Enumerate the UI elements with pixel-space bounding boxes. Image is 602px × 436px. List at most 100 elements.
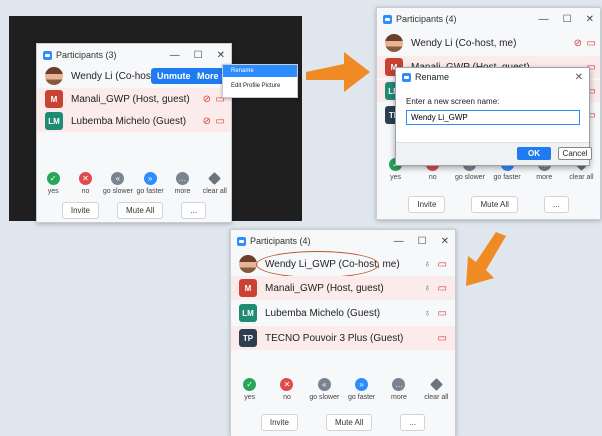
reaction-go-slower[interactable]: « go slower [306, 378, 343, 401]
panel-footer: Invite Mute All ... [231, 414, 455, 431]
avatar [385, 34, 403, 52]
minimize-icon[interactable]: — [170, 50, 180, 61]
mute-all-button[interactable]: Mute All [116, 202, 164, 219]
mute-all-button[interactable]: Mute All [325, 414, 373, 431]
maximize-icon[interactable]: ☐ [418, 236, 427, 247]
reaction-label: go slower [102, 188, 133, 195]
panel-footer: Invite Mute All ... [377, 196, 600, 213]
reaction-label: no [81, 188, 90, 195]
participant-name: TECNO Pouvoir 3 Plus (Guest) [265, 332, 404, 344]
avatar: LM [45, 112, 63, 130]
reaction-label: no [283, 394, 291, 401]
reaction-label: more [536, 174, 553, 181]
mic-muted-icon: ⊘ [202, 93, 211, 105]
arrow-down-left-icon [466, 232, 506, 286]
maximize-icon[interactable]: ☐ [194, 50, 203, 61]
participant-row[interactable]: M Manali_GWP (Host, guest) ⊘ ▭ [37, 88, 231, 110]
x-icon: ✕ [78, 172, 92, 185]
microphone-icon: ♁ [423, 307, 432, 319]
video-off-icon: ▭ [586, 37, 596, 49]
avatar: M [45, 90, 63, 108]
menu-item-rename[interactable]: Rename [223, 65, 297, 77]
participant-row[interactable]: LM Lubemba Michelo (Guest) ♁ ▭ [231, 301, 455, 325]
arrow-right-icon [306, 52, 370, 92]
dialog-footer: OK Cancel [396, 142, 592, 165]
eraser-icon [208, 172, 222, 185]
close-icon[interactable]: ✕ [441, 236, 449, 247]
reaction-clear-all[interactable]: clear all [418, 378, 455, 401]
reaction-label: go faster [136, 188, 164, 195]
microphone-icon: ♁ [423, 282, 432, 294]
video-off-icon: ▭ [437, 258, 447, 270]
zoom-logo-icon [237, 236, 246, 246]
mute-all-button[interactable]: Mute All [471, 196, 518, 213]
reaction-yes[interactable]: ✓ yes [231, 378, 268, 401]
reaction-label: yes [390, 174, 402, 181]
panel-title: Participants (3) [56, 50, 117, 60]
avatar [45, 67, 63, 85]
reaction-more[interactable]: … more [380, 378, 417, 401]
close-icon[interactable]: ✕ [586, 14, 594, 25]
avatar: TP [239, 329, 257, 347]
minimize-icon[interactable]: — [539, 14, 549, 25]
close-icon[interactable]: ✕ [217, 50, 225, 61]
unmute-button[interactable]: Unmute [151, 68, 197, 84]
video-off-icon: ▭ [437, 307, 447, 319]
participant-row[interactable]: Wendy Li (Co-host, me) ⊘ ▭ [377, 32, 600, 54]
reaction-yes[interactable]: ✓ yes [37, 172, 69, 195]
mic-muted-icon: ⊘ [573, 37, 582, 49]
avatar: M [239, 279, 257, 297]
more-options-button[interactable]: ... [400, 414, 426, 431]
microphone-icon: ♁ [423, 258, 432, 270]
reaction-more[interactable]: … more [166, 172, 198, 195]
reaction-go-slower[interactable]: « go slower [102, 172, 134, 195]
reaction-label: more [174, 188, 191, 195]
reaction-label: clear all [202, 188, 227, 195]
panel-title: Participants (4) [396, 14, 457, 24]
cancel-button[interactable]: Cancel [558, 147, 592, 160]
fast-forward-icon: » [143, 172, 157, 185]
dialog-label: Enter a new screen name: [406, 97, 500, 106]
reaction-label: go slower [309, 394, 340, 401]
avatar [239, 255, 257, 273]
participant-row[interactable]: LM Lubemba Michelo (Guest) ⊘ ▭ [37, 110, 231, 132]
video-off-icon: ▭ [437, 282, 447, 294]
reaction-clear-all[interactable]: clear all [199, 172, 231, 195]
ok-button[interactable]: OK [517, 147, 551, 160]
reaction-no[interactable]: ✕ no [69, 172, 101, 195]
participant-row[interactable]: TP TECNO Pouvoir 3 Plus (Guest) ▭ [231, 326, 455, 350]
title-bar: Participants (4) — ☐ ✕ [377, 8, 600, 30]
more-options-button[interactable]: ... [543, 196, 569, 213]
reaction-go-faster[interactable]: » go faster [343, 378, 380, 401]
zoom-logo-icon [383, 14, 392, 24]
menu-item-edit-profile-picture[interactable]: Edit Profile Picture [223, 77, 297, 92]
invite-button[interactable]: Invite [61, 202, 99, 219]
highlight-ellipse [256, 251, 379, 278]
reaction-label: clear all [569, 174, 594, 181]
more-label: More [197, 71, 219, 81]
rename-dialog: Rename ✕ Enter a new screen name: OK Can… [395, 67, 592, 166]
reactions-bar: ✓ yes ✕ no « go slower » go faster … more cle… [231, 378, 455, 401]
zoom-logo-icon [402, 72, 411, 82]
close-icon[interactable]: ✕ [575, 72, 583, 83]
reaction-label: go faster [348, 394, 376, 401]
participant-name: Manali_GWP (Host, guest) [265, 282, 384, 294]
video-off-icon: ▭ [437, 332, 447, 344]
reaction-go-faster[interactable]: » go faster [134, 172, 166, 195]
invite-button[interactable]: Invite [408, 196, 446, 213]
reaction-label: go slower [454, 174, 485, 181]
reaction-label: clear all [424, 394, 449, 401]
zoom-logo-icon [43, 50, 52, 60]
maximize-icon[interactable]: ☐ [563, 14, 572, 25]
invite-button[interactable]: Invite [260, 414, 298, 431]
eraser-icon [429, 378, 443, 391]
reaction-no[interactable]: ✕ no [268, 378, 305, 401]
panel-footer: Invite Mute All ... [37, 202, 231, 219]
participant-name: Lubemba Michelo (Guest) [71, 115, 187, 127]
minimize-icon[interactable]: — [394, 236, 404, 247]
more-options-button[interactable]: ... [181, 202, 207, 219]
reactions-bar: ✓ yes ✕ no « go slower » go faster … more cle… [37, 172, 231, 195]
participant-row[interactable]: M Manali_GWP (Host, guest) ♁ ▭ [231, 276, 455, 300]
participants-panel-3: Participants (4) — ☐ ✕ Wendy Li_GWP (Co-ho… [230, 229, 456, 436]
screen-name-input[interactable] [406, 110, 580, 125]
